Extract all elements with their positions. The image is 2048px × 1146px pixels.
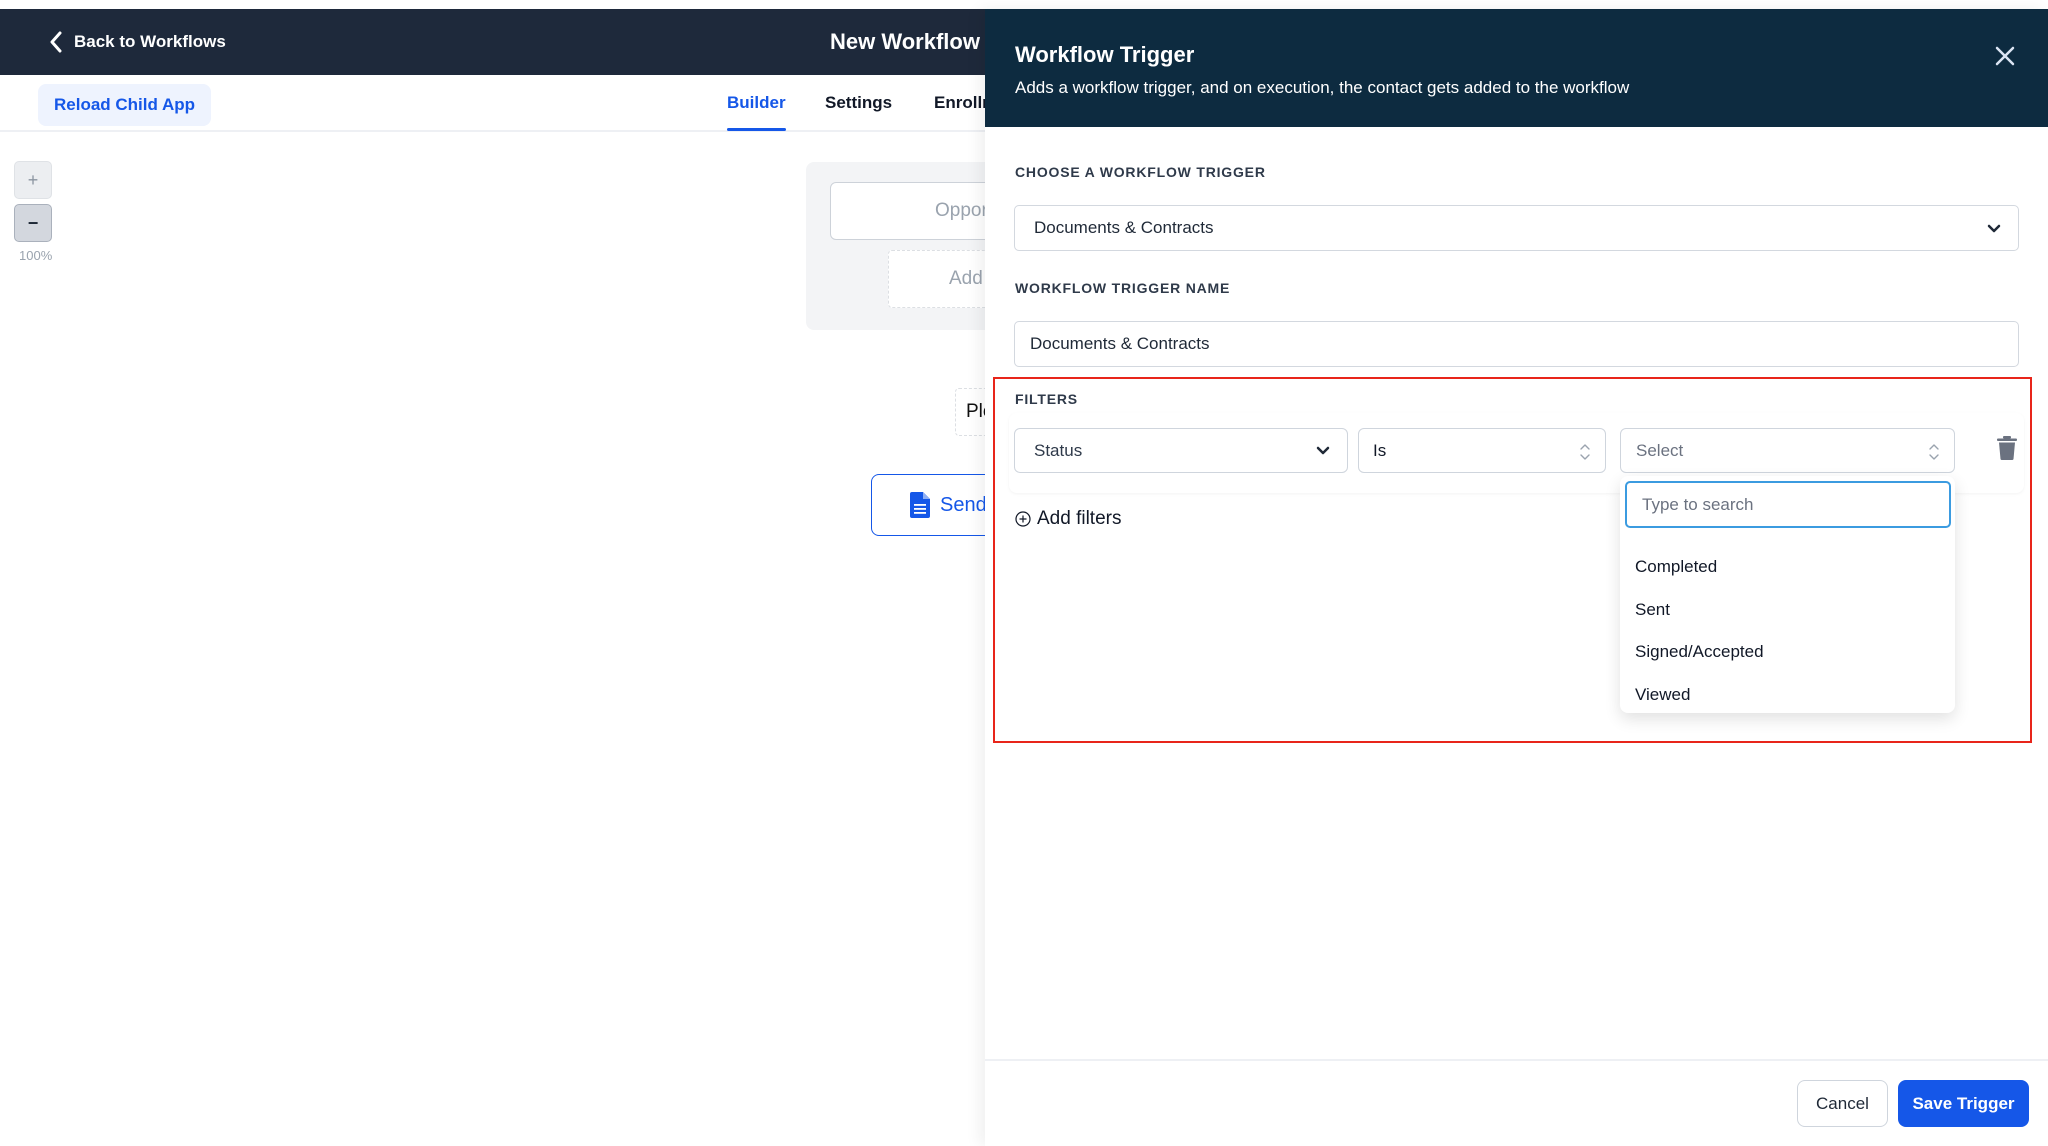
tab-settings[interactable]: Settings	[825, 93, 892, 113]
filter-value-dropdown: Completed Sent Signed/Accepted Viewed	[1620, 476, 1955, 713]
tab-builder[interactable]: Builder	[727, 93, 786, 131]
trigger-name-input[interactable]: Documents & Contracts	[1014, 321, 2019, 367]
send-node-label: Send	[940, 493, 987, 516]
dropdown-option-sent[interactable]: Sent	[1635, 600, 1670, 620]
filter-field-value: Status	[1034, 440, 1083, 460]
trigger-name-value: Documents & Contracts	[1030, 334, 1210, 353]
chevron-left-icon	[50, 31, 62, 53]
updown-chevron-icon	[1929, 444, 1939, 460]
close-icon	[1995, 46, 2015, 66]
document-icon	[910, 492, 930, 518]
drawer-title: Workflow Trigger	[1015, 42, 1195, 67]
reload-child-app-button[interactable]: Reload Child App	[38, 84, 212, 126]
plus-circle-icon	[1015, 511, 1031, 527]
drawer-subtitle: Adds a workflow trigger, and on executio…	[1015, 78, 1630, 97]
drawer-header: Workflow Trigger Adds a workflow trigger…	[985, 9, 2048, 127]
dropdown-search-input[interactable]	[1625, 481, 1951, 528]
filter-operator-select[interactable]: Is	[1358, 428, 1606, 473]
delete-filter-trash-icon[interactable]	[1996, 436, 2018, 460]
trigger-name-label: WORKFLOW TRIGGER NAME	[1015, 280, 1231, 296]
dropdown-option-signed-accepted[interactable]: Signed/Accepted	[1635, 642, 1764, 662]
workflow-title[interactable]: New Workflow :	[830, 29, 993, 55]
trigger-type-value: Documents & Contracts	[1034, 218, 1214, 237]
add-filters-label: Add filters	[1037, 508, 1122, 529]
filter-value-select[interactable]: Select	[1620, 428, 1955, 473]
zoom-in-button[interactable]: +	[14, 161, 52, 199]
workflow-builder-page: Back to Workflows New Workflow : Reload …	[0, 0, 2048, 1146]
zoom-out-button[interactable]: −	[14, 204, 52, 242]
dropdown-option-completed[interactable]: Completed	[1635, 557, 1717, 577]
filters-label: FILTERS	[1015, 391, 1078, 407]
trigger-type-label: CHOOSE A WORKFLOW TRIGGER	[1015, 164, 1266, 180]
filter-value-placeholder: Select	[1636, 440, 1684, 460]
zoom-level: 100%	[19, 248, 53, 263]
workflow-trigger-drawer: Workflow Trigger Adds a workflow trigger…	[985, 9, 2048, 1146]
cancel-button[interactable]: Cancel	[1797, 1080, 1888, 1127]
add-filters-button[interactable]: Add filters	[1015, 508, 1121, 530]
footer-divider	[985, 1059, 2048, 1061]
dropdown-option-viewed[interactable]: Viewed	[1635, 685, 1690, 705]
updown-chevron-icon	[1580, 444, 1590, 460]
chevron-down-icon	[1316, 446, 1330, 455]
back-to-workflows-link[interactable]: Back to Workflows	[48, 31, 226, 53]
trigger-type-select[interactable]: Documents & Contracts	[1014, 205, 2019, 251]
close-drawer-button[interactable]	[1991, 42, 2019, 70]
save-trigger-button[interactable]: Save Trigger	[1898, 1080, 2029, 1127]
back-label: Back to Workflows	[74, 32, 226, 51]
filter-operator-value: Is	[1373, 440, 1387, 460]
filter-field-select[interactable]: Status	[1014, 428, 1348, 473]
chevron-down-icon	[1987, 224, 2001, 233]
builder-canvas[interactable]: + − 100% Oppor Add N Ple Send	[0, 132, 1188, 1146]
